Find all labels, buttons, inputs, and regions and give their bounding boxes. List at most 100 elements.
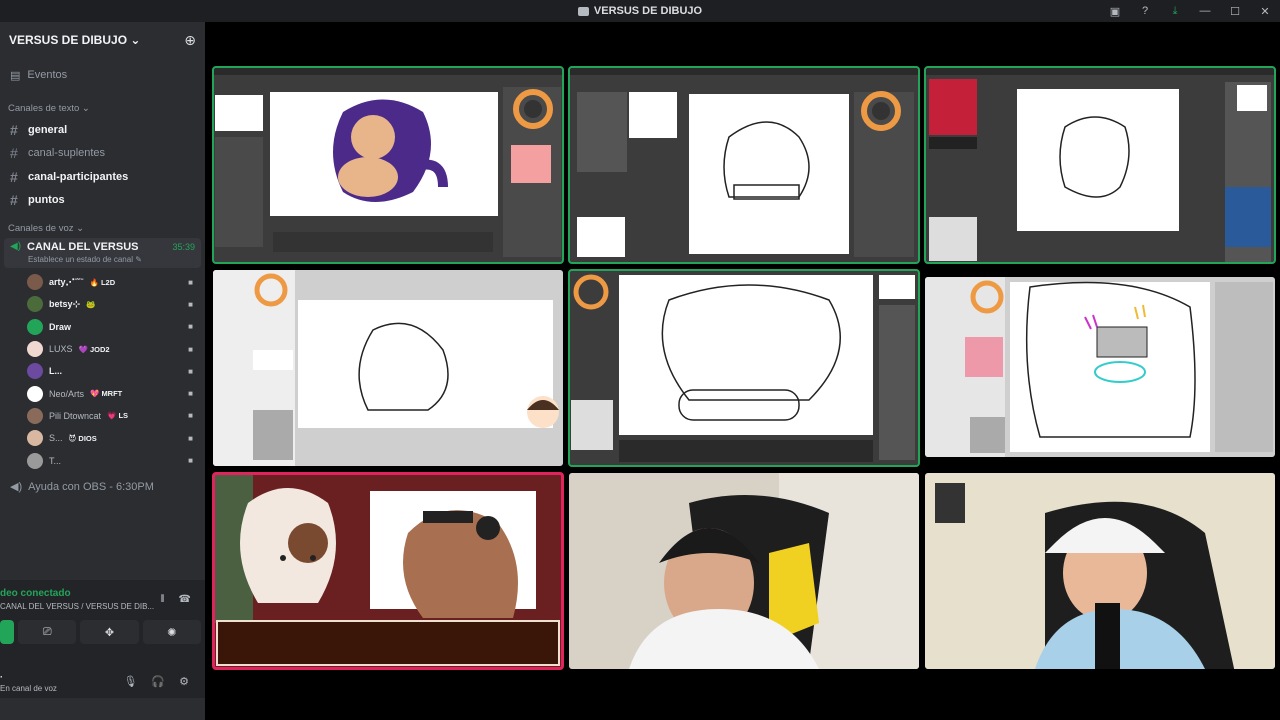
activities-icon: ✥ [104, 626, 115, 639]
close-icon[interactable]: ✕ [1250, 0, 1280, 22]
user-tag: 💖 MRFT [90, 389, 123, 399]
voice-user[interactable]: L... ■ [0, 360, 205, 382]
drawing-app-screenshot [569, 67, 919, 263]
drawing-app-screenshot [925, 277, 1275, 457]
user-tag: 🐸 [86, 299, 96, 309]
voice-user[interactable]: LUXS 💜 JOD2 ■ [0, 338, 205, 360]
avatar [27, 430, 43, 447]
user-name[interactable]: · [0, 672, 3, 682]
stream-overlay-screenshot [213, 473, 563, 669]
camera-button[interactable] [0, 620, 14, 644]
text-channels-category[interactable]: Canales de texto ⌄ [0, 100, 205, 116]
voice-user-name: L... [49, 366, 62, 377]
voice-channel-name: CANAL DEL VERSUS [27, 240, 139, 253]
hashtag-icon: # [10, 121, 18, 138]
headphones-icon[interactable]: 🎧 [151, 675, 165, 688]
invite-user-icon[interactable]: ⊕ [184, 32, 196, 49]
user-tag: 😈 DIOS [68, 433, 97, 443]
voice-user[interactable]: betsy⊹ 🐸 ■ [0, 293, 205, 315]
title-bar: VERSUS DE DIBUJO ▣ ? ⤓ — ☐ ✕ [0, 0, 1280, 22]
voice-user-name: Neo/Arts [49, 388, 85, 399]
user-status: En canal de voz [0, 684, 57, 693]
webcam-video [925, 473, 1275, 669]
download-icon[interactable]: ⤓ [1160, 0, 1190, 22]
settings-gear-icon[interactable]: ⚙ [179, 675, 189, 688]
voice-user-name: Draw [49, 321, 72, 332]
video-camera-icon: ■ [188, 456, 193, 466]
voice-user[interactable]: Pili Dtowncat 💗 LS ■ [0, 405, 205, 427]
voice-user[interactable]: T... ■ [0, 449, 205, 471]
voice-user-name: Pili Dtowncat [49, 410, 102, 421]
discord-app: VERSUS DE DIBUJO ▣ ? ⤓ — ☐ ✕ VERSUS DE D… [0, 0, 1280, 720]
avatar [27, 341, 43, 358]
hashtag-icon: # [10, 145, 18, 162]
speaker-icon: ◀) [10, 241, 22, 252]
microphone-icon[interactable]: 🎙 [123, 675, 137, 688]
text-channel-puntos[interactable]: # puntos [0, 189, 205, 213]
voice-user-name: LUXS [49, 344, 73, 355]
avatar [27, 385, 43, 402]
video-camera-icon: ■ [188, 389, 193, 399]
voice-timer: 35:39 [172, 242, 195, 252]
server-name[interactable]: VERSUS DE DIBUJO ⌄ [9, 33, 140, 47]
video-camera-icon: ■ [188, 322, 193, 332]
server-header[interactable]: VERSUS DE DIBUJO ⌄ ⊕ [0, 22, 205, 58]
screen-share-tile-4[interactable] [213, 270, 563, 466]
drawing-app-screenshot [925, 67, 1275, 263]
voice-connected-status[interactable]: deo conectado [0, 588, 71, 599]
drawing-app-screenshot [569, 270, 919, 466]
share-screen-button[interactable]: ⎚ [18, 620, 77, 644]
text-channel-canal-participantes[interactable]: # canal-participantes [0, 165, 205, 189]
voice-connected-channel[interactable]: CANAL DEL VERSUS / VERSUS DE DIB... [0, 602, 154, 611]
hashtag-icon: # [10, 192, 18, 209]
screen-share-tile-1[interactable] [212, 66, 564, 264]
video-camera-icon: ■ [188, 344, 193, 354]
voice-channel-active[interactable]: ◀) CANAL DEL VERSUS 35:39 Establece un e… [4, 238, 201, 268]
text-channel-label: canal-participantes [28, 170, 129, 183]
video-camera-icon: ■ [188, 277, 193, 287]
stream-overlay-tile[interactable] [212, 472, 564, 670]
text-channel-canal-suplentes[interactable]: # canal-suplentes [0, 142, 205, 166]
screen-share-icon[interactable]: ▣ [1100, 0, 1130, 22]
help-icon[interactable]: ? [1130, 0, 1160, 22]
webcam-tile-1[interactable] [569, 473, 919, 669]
avatar [27, 274, 43, 291]
text-channel-general[interactable]: # general [0, 118, 205, 142]
soundboard-button[interactable]: ✺ [142, 620, 201, 644]
minimize-icon[interactable]: — [1190, 0, 1220, 22]
voice-user[interactable]: arty⋰ˉ˘ˉ 🔥 L2D ■ [0, 271, 205, 293]
voice-user-name: T... [49, 455, 62, 466]
voice-user[interactable]: S... 😈 DIOS ■ [0, 427, 205, 449]
video-camera-icon: ■ [188, 433, 193, 443]
video-camera-icon: ■ [188, 411, 193, 421]
share-screen-icon: ⎚ [42, 625, 52, 638]
channel-status-hint[interactable]: Establece un estado de canal ✎ [10, 255, 201, 264]
video-camera-icon: ■ [188, 299, 193, 309]
maximize-icon[interactable]: ☐ [1220, 0, 1250, 22]
text-channel-label: canal-suplentes [28, 147, 106, 160]
screen-share-tile-6[interactable] [925, 277, 1275, 457]
screen-share-tile-2[interactable] [568, 66, 920, 264]
drawing-app-screenshot [213, 67, 563, 263]
voice-user[interactable]: Draw ■ [0, 316, 205, 338]
hashtag-icon: # [10, 168, 18, 185]
events-item[interactable]: ▤ Eventos [0, 58, 205, 92]
screen-share-tile-5[interactable] [568, 269, 920, 467]
text-channel-label: puntos [28, 194, 65, 207]
screen-share-tile-3[interactable] [924, 66, 1276, 264]
activities-button[interactable]: ✥ [80, 620, 139, 644]
noise-suppression-icon[interactable]: ⫴ [160, 594, 164, 605]
avatar [27, 407, 43, 424]
window-title: VERSUS DE DIBUJO [577, 5, 702, 17]
video-grid [205, 22, 1280, 720]
server-logo-icon [577, 6, 589, 16]
webcam-tile-2[interactable] [925, 473, 1275, 669]
voice-channel-obs[interactable]: ◀) Ayuda con OBS - 6:30PM [0, 474, 205, 500]
voice-user-name: S... [49, 433, 63, 444]
disconnect-icon[interactable]: ☎ [179, 594, 191, 605]
voice-user-name: betsy⊹ [49, 298, 81, 309]
avatar [27, 363, 43, 380]
voice-connection-panel: deo conectado CANAL DEL VERSUS / VERSUS … [0, 580, 205, 668]
voice-user[interactable]: Neo/Arts 💖 MRFT ■ [0, 382, 205, 404]
voice-channels-category[interactable]: Canales de voz ⌄ [0, 220, 205, 236]
